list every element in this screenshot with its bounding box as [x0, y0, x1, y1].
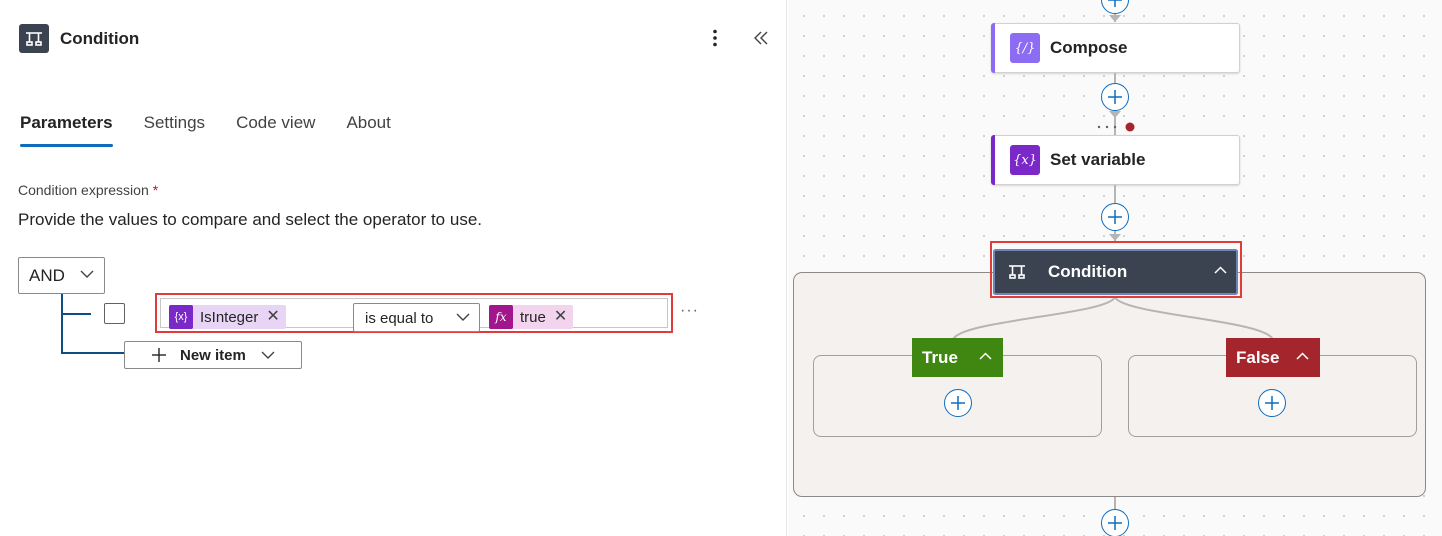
row-more-options-button[interactable]: ···: [680, 302, 699, 320]
plus-icon: [1108, 516, 1122, 530]
double-chevron-left-icon: [754, 31, 768, 45]
chevron-up-icon[interactable]: [979, 352, 992, 360]
insert-step-button[interactable]: [1101, 0, 1129, 14]
left-operand-token[interactable]: {x} IsInteger ✕: [169, 305, 286, 329]
chevron-up-icon[interactable]: [1214, 266, 1227, 274]
panel-tabs: Parameters Settings Code view About: [20, 112, 422, 152]
tree-connector: [61, 294, 63, 353]
condition-action-card[interactable]: Condition: [993, 249, 1238, 295]
true-branch-add-button[interactable]: [944, 389, 972, 417]
chevron-up-icon[interactable]: [1296, 352, 1309, 360]
plus-icon: [1265, 396, 1279, 410]
tree-connector: [61, 313, 91, 315]
right-operand-label: true: [520, 308, 546, 326]
insert-step-button[interactable]: [1101, 83, 1129, 111]
operator-value: is equal to: [365, 310, 434, 327]
left-operand-label: IsInteger: [200, 308, 259, 326]
plus-icon: [152, 348, 166, 362]
plus-icon: [1108, 210, 1122, 224]
condition-icon: [19, 24, 49, 53]
tab-code-view[interactable]: Code view: [236, 112, 315, 148]
plus-icon: [1108, 0, 1122, 7]
field-description: Provide the values to compare and select…: [18, 210, 482, 229]
false-branch-header[interactable]: False: [1226, 338, 1320, 377]
condition-expression-label: Condition expression *: [18, 182, 159, 198]
condition-row: {x} IsInteger ✕ is equal to fx true ✕: [155, 293, 673, 333]
true-branch-label: True: [922, 347, 958, 367]
edge-arrow: [1109, 234, 1121, 241]
operator-dropdown[interactable]: is equal to: [353, 303, 480, 332]
new-item-label: New item: [180, 346, 246, 364]
run-after-indicator-icon: [1097, 122, 1135, 132]
condition-title: Condition: [1048, 262, 1128, 281]
insert-step-button[interactable]: [1101, 203, 1129, 231]
compose-action-card[interactable]: {/} Compose: [991, 23, 1240, 73]
panel-title: Condition: [60, 29, 140, 48]
compose-icon: {/}: [1010, 33, 1040, 63]
details-panel: Condition Parameters Settings Code view …: [0, 0, 787, 536]
true-branch-header[interactable]: True: [912, 338, 1003, 377]
edge-arrow: [1109, 111, 1121, 118]
tree-connector: [61, 352, 124, 354]
set-variable-action-card[interactable]: {x} Set variable: [991, 135, 1240, 185]
designer-canvas[interactable]: {/} Compose {x} Set variable Condition T…: [788, 0, 1442, 536]
edge-arrow: [1109, 15, 1121, 22]
compose-title: Compose: [1050, 38, 1128, 57]
plus-icon: [951, 396, 965, 410]
new-item-button[interactable]: New item: [124, 341, 302, 369]
card-accent: [991, 23, 995, 73]
more-vertical-icon: [713, 29, 717, 47]
tab-parameters[interactable]: Parameters: [20, 112, 113, 148]
chevron-down-icon: [456, 313, 470, 321]
variable-icon: {x}: [169, 305, 193, 329]
required-mark: *: [152, 182, 159, 198]
variable-icon: {x}: [1010, 145, 1040, 175]
group-operator-value: AND: [29, 265, 65, 285]
insert-step-button[interactable]: [1101, 509, 1129, 536]
plus-icon: [1108, 90, 1122, 104]
condition-icon: [1009, 265, 1025, 279]
false-branch-label: False: [1236, 347, 1280, 367]
tab-settings[interactable]: Settings: [144, 112, 205, 148]
more-options-button[interactable]: [705, 26, 725, 50]
row-select-checkbox[interactable]: [104, 303, 125, 324]
tab-about[interactable]: About: [346, 112, 390, 148]
condition-row-inner: {x} IsInteger ✕ is equal to fx true ✕: [160, 298, 668, 332]
card-accent: [991, 135, 995, 185]
false-branch-add-button[interactable]: [1258, 389, 1286, 417]
expression-fx-icon: fx: [489, 305, 513, 329]
group-operator-dropdown[interactable]: AND: [18, 257, 105, 294]
chevron-down-icon: [261, 351, 275, 359]
chevron-down-icon: [80, 270, 94, 278]
remove-token-icon[interactable]: ✕: [554, 309, 567, 325]
remove-token-icon[interactable]: ✕: [266, 309, 279, 325]
right-operand-token[interactable]: fx true ✕: [489, 305, 574, 329]
set-variable-title: Set variable: [1050, 150, 1146, 169]
collapse-panel-button[interactable]: [748, 26, 774, 50]
